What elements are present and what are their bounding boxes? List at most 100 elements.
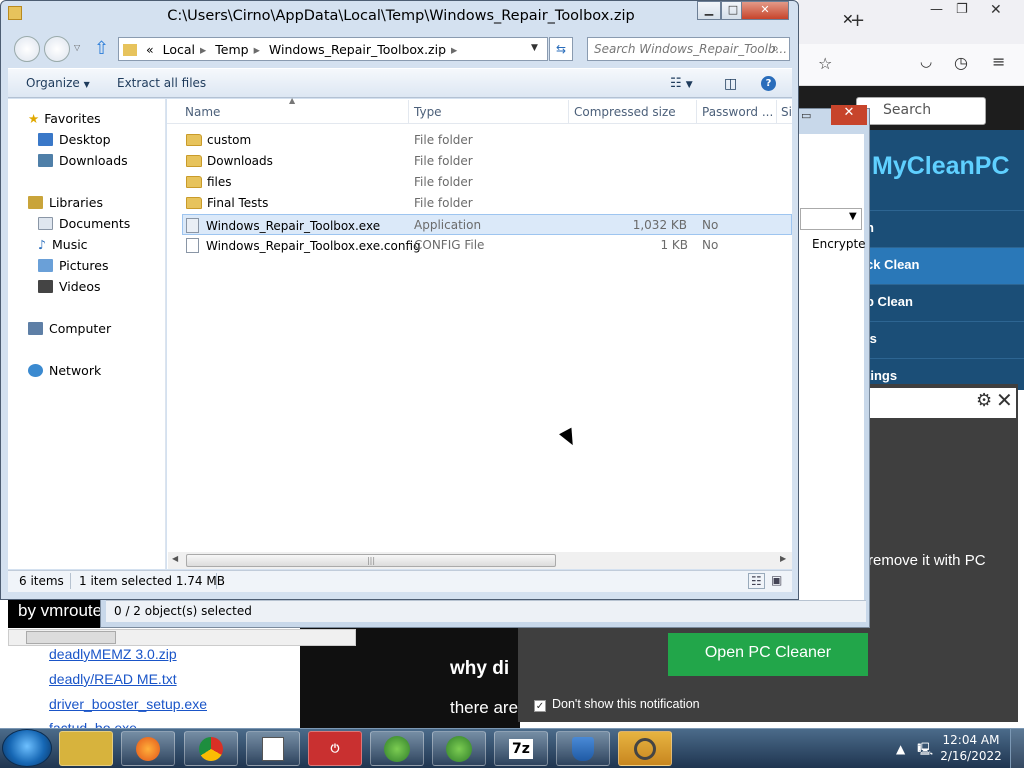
breadcrumb-overflow[interactable]: « (146, 42, 154, 57)
7zip-icon[interactable]: 7z (494, 731, 548, 766)
dont-show-checkbox[interactable]: ✓ Don't show this notification (534, 697, 700, 712)
nav-downloads[interactable]: Downloads (38, 153, 128, 168)
column-divider[interactable] (696, 100, 697, 124)
archive-dropdown[interactable]: ▼ (800, 208, 862, 230)
scrollbar-thumb[interactable]: ||| (186, 554, 556, 567)
nav-network[interactable]: Network (28, 363, 101, 378)
show-hidden-icons[interactable]: ▲ (896, 742, 905, 756)
encrypt-column-header[interactable]: Encrypte (812, 237, 866, 251)
chrome-icon[interactable] (184, 731, 238, 766)
file-row[interactable]: files File folder (167, 172, 792, 193)
checkbox-check-icon[interactable]: ✓ (534, 700, 546, 712)
close-icon[interactable]: ✕ (990, 2, 1002, 18)
file-type: File folder (414, 196, 473, 210)
network-tray-icon[interactable]: 🖳 (917, 742, 933, 756)
open-pc-cleaner-button[interactable]: Open PC Cleaner (668, 633, 868, 676)
show-desktop-button[interactable] (1010, 729, 1024, 768)
scrollbar-thumb[interactable] (26, 631, 116, 644)
breadcrumb[interactable]: Local (163, 42, 195, 57)
globe-green-icon[interactable] (370, 731, 424, 766)
nav-videos[interactable]: Videos (38, 279, 101, 294)
column-type[interactable]: Type (414, 105, 442, 119)
menu-icon[interactable]: ≡ (992, 52, 1005, 71)
videos-icon (38, 280, 53, 293)
mcp-menu-item[interactable]: p Clean (860, 284, 1024, 321)
help-icon[interactable]: ? (761, 76, 776, 91)
breadcrumb-separator-icon[interactable]: ▸ (254, 42, 260, 57)
recent-pages-icon[interactable]: ▽ (74, 43, 80, 52)
account-icon[interactable]: ◷ (954, 53, 968, 72)
nav-music[interactable]: ♪ Music (38, 237, 88, 252)
scroll-left-icon[interactable]: ◀ (172, 554, 178, 563)
minimize-button[interactable]: ▁ (697, 1, 721, 20)
pocket-icon[interactable]: ◡ (920, 54, 932, 70)
nav-desktop[interactable]: Desktop (38, 132, 111, 147)
item-count: 6 items (19, 574, 64, 588)
power-icon[interactable]: ⏻ (308, 731, 362, 766)
column-divider[interactable] (408, 100, 409, 124)
mcp-menu-item[interactable]: ls (860, 321, 1024, 358)
details-view-icon[interactable]: ☷ (748, 573, 765, 589)
file-link[interactable]: deadlyMEMZ 3.0.zip (49, 646, 177, 662)
close-icon[interactable]: ✕ (996, 388, 1013, 412)
mcp-menu-item[interactable]: n (860, 210, 1024, 247)
minimize-icon[interactable]: — (930, 2, 943, 17)
organize-button[interactable]: Organize ▼ (26, 76, 90, 90)
selection-info: 1 item selected 1.74 MB (79, 574, 225, 588)
nav-libraries[interactable]: Libraries (28, 195, 103, 210)
address-bar[interactable]: « Local ▸ Temp ▸ Windows_Repair_Toolbox.zi… (118, 37, 548, 61)
close-icon[interactable]: ✕ (831, 105, 867, 125)
file-row[interactable]: Windows_Repair_Toolbox.exe.config CONFIG… (167, 235, 792, 256)
clock[interactable]: 12:04 AM 2/16/2022 (940, 732, 1002, 764)
breadcrumb[interactable]: Windows_Repair_Toolbox.zip (269, 42, 446, 57)
file-link[interactable]: deadly/READ ME.txt (49, 671, 177, 687)
status-divider (216, 573, 217, 589)
scroll-right-icon[interactable]: ▶ (780, 554, 786, 563)
view-options-icon[interactable]: ☷ ▼ (670, 76, 693, 91)
up-arrow-icon[interactable]: ⇧ (94, 38, 109, 59)
large-icons-view-icon[interactable]: ▣ (771, 573, 782, 587)
bookmark-star-icon[interactable]: ☆ (818, 54, 832, 73)
mcp-menu-item[interactable]: ck Clean (860, 247, 1024, 284)
file-row-selected[interactable]: Windows_Repair_Toolbox.exe Application 1… (182, 214, 792, 235)
file-type: File folder (414, 133, 473, 147)
nav-computer[interactable]: Computer (28, 321, 111, 336)
forward-button[interactable] (44, 36, 70, 62)
breadcrumb-separator-icon[interactable]: ▸ (200, 42, 206, 57)
explorer-icon[interactable] (59, 731, 113, 766)
file-row[interactable]: Final Tests File folder (167, 193, 792, 214)
extract-all-button[interactable]: Extract all files (117, 76, 206, 90)
breadcrumb[interactable]: Temp (215, 42, 248, 57)
gear-icon[interactable]: ⚙ (976, 390, 992, 411)
back-button[interactable] (14, 36, 40, 62)
column-size[interactable]: Si (781, 105, 791, 119)
maximize-icon[interactable]: ❐ (956, 2, 968, 17)
file-row[interactable]: custom File folder (167, 130, 792, 151)
column-divider[interactable] (568, 100, 569, 124)
column-divider[interactable] (776, 100, 777, 124)
page-search-input[interactable]: Search (856, 97, 986, 125)
close-button[interactable]: ✕ (741, 1, 789, 20)
nav-pictures[interactable]: Pictures (38, 258, 109, 273)
column-name[interactable]: Name (185, 105, 220, 119)
organize-label: Organize (26, 76, 80, 90)
preview-pane-icon[interactable]: ◫ (724, 76, 737, 92)
globe-green-icon[interactable] (432, 731, 486, 766)
file-row[interactable]: Downloads File folder (167, 151, 792, 172)
column-compressed-size[interactable]: Compressed size (574, 105, 676, 119)
sync-icon[interactable] (618, 731, 672, 766)
chevron-down-icon[interactable]: ▼ (531, 43, 538, 53)
restore-icon[interactable]: ▭ (801, 109, 811, 122)
column-password[interactable]: Password ... (702, 105, 773, 119)
notepad-icon[interactable] (246, 731, 300, 766)
nav-favorites[interactable]: ★ Favorites (28, 111, 101, 126)
start-button[interactable] (2, 729, 52, 767)
firefox-icon[interactable] (121, 731, 175, 766)
refresh-button[interactable]: ⇆ (549, 37, 573, 61)
new-tab-icon[interactable]: + (850, 10, 865, 31)
nav-documents[interactable]: Documents (38, 216, 130, 231)
breadcrumb-separator-icon[interactable]: ▸ (451, 42, 457, 57)
shield-icon[interactable] (556, 731, 610, 766)
search-input[interactable]: Search Windows_Repair_Toolb... ⌕ (587, 37, 790, 61)
file-link[interactable]: driver_booster_setup.exe (49, 696, 207, 712)
